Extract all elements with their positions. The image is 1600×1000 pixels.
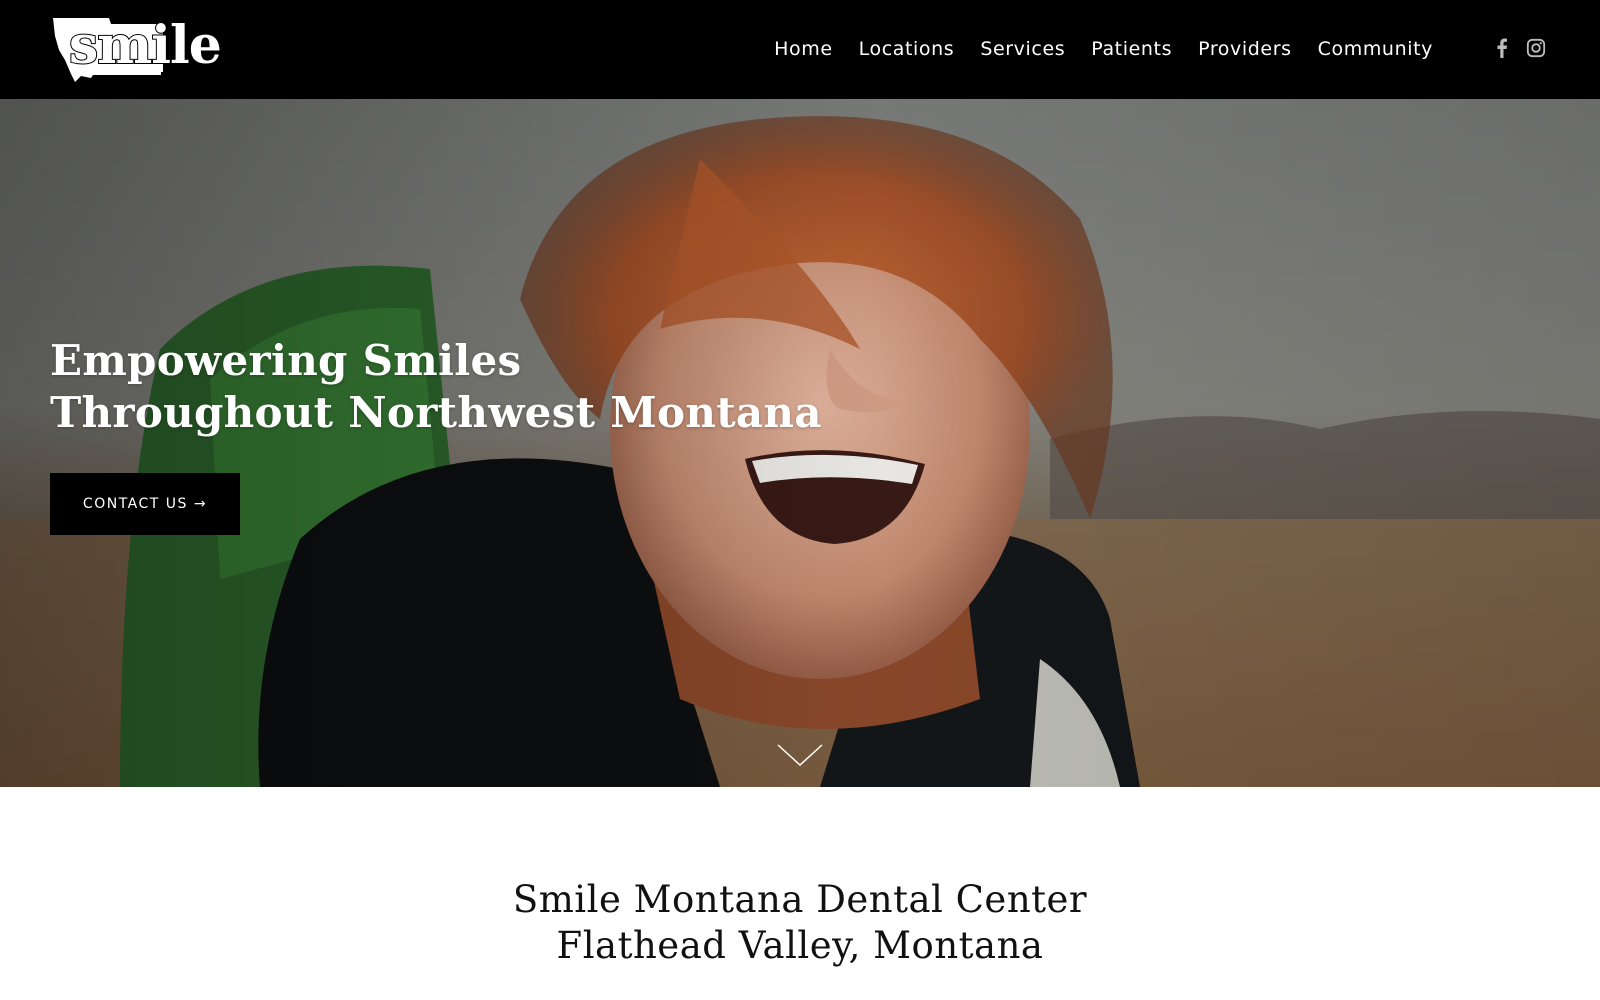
site-header: smile Home Locations Services Patients P… (0, 0, 1600, 99)
hero-photo (0, 99, 1600, 787)
nav-providers[interactable]: Providers (1185, 34, 1305, 64)
nav-community[interactable]: Community (1305, 34, 1446, 64)
facebook-icon[interactable] (1492, 37, 1512, 59)
hero-banner: Empowering Smiles Throughout Northwest M… (0, 99, 1600, 787)
contact-us-button[interactable]: CONTACT US → (50, 473, 240, 535)
nav-services[interactable]: Services (967, 34, 1078, 64)
intro-title-line-2: Flathead Valley, Montana (556, 924, 1044, 967)
nav-patients[interactable]: Patients (1078, 34, 1185, 64)
hero-title-line-2: Throughout Northwest Montana (50, 388, 822, 437)
logo-wordmark: smile (68, 15, 223, 77)
intro-title: Smile Montana Dental Center Flathead Val… (0, 877, 1600, 969)
main-nav: Home Locations Services Patients Provide… (761, 34, 1446, 64)
logo-underline (73, 72, 161, 75)
instagram-icon[interactable] (1526, 37, 1546, 59)
nav-home[interactable]: Home (761, 34, 846, 64)
nav-locations[interactable]: Locations (846, 34, 968, 64)
logo[interactable]: smile (51, 14, 223, 86)
hero-title: Empowering Smiles Throughout Northwest M… (50, 335, 822, 439)
chevron-down-icon[interactable] (776, 743, 824, 767)
hero-title-line-1: Empowering Smiles (50, 336, 522, 385)
social-links (1492, 37, 1546, 59)
intro-section: Smile Montana Dental Center Flathead Val… (0, 787, 1600, 1000)
intro-title-line-1: Smile Montana Dental Center (512, 878, 1088, 921)
